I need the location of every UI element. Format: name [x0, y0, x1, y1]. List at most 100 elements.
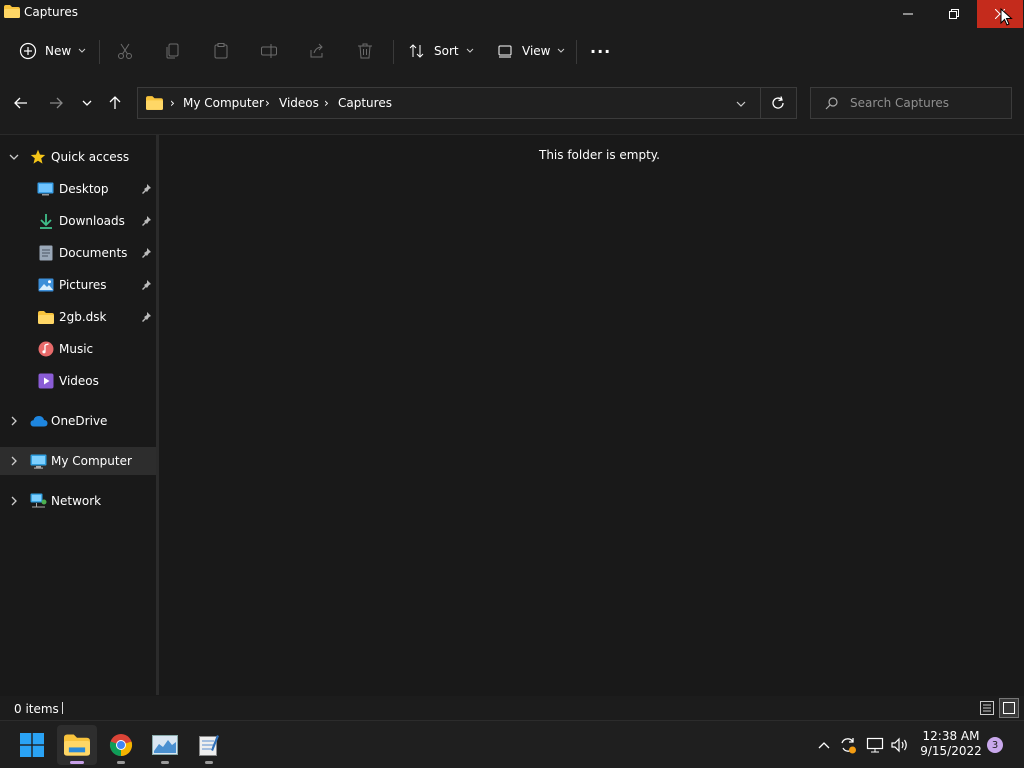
address-divider [760, 88, 761, 118]
pin-icon [142, 248, 151, 258]
taskbar-file-explorer[interactable] [57, 725, 97, 765]
sidebar-item-label: Network [51, 494, 102, 508]
file-list-area[interactable] [160, 135, 1024, 695]
breadcrumb-separator[interactable]: › [265, 96, 270, 110]
paste-button[interactable] [211, 36, 231, 66]
rename-icon [259, 41, 279, 61]
new-button-label: New [45, 44, 72, 58]
details-view-button[interactable] [977, 698, 997, 718]
sidebar-item-documents[interactable]: Documents [0, 239, 156, 267]
breadcrumb-captures[interactable]: Captures [338, 96, 392, 110]
forward-button[interactable] [43, 90, 69, 116]
toolbar-divider [99, 40, 100, 64]
toolbar-divider [576, 40, 577, 64]
share-button[interactable] [307, 36, 327, 66]
refresh-icon[interactable] [771, 96, 785, 110]
cut-button[interactable] [115, 36, 135, 66]
minimize-icon [903, 13, 913, 15]
sidebar-item-downloads[interactable]: Downloads [0, 207, 156, 235]
status-divider [62, 702, 63, 714]
taskbar-performance-monitor[interactable] [145, 725, 185, 765]
windows-logo-icon [20, 733, 44, 757]
notification-badge[interactable]: 3 [987, 737, 1003, 753]
up-button[interactable] [102, 90, 128, 116]
document-icon [39, 245, 53, 261]
breadcrumb-videos[interactable]: Videos [279, 96, 319, 110]
tiles-view-button[interactable] [999, 698, 1019, 718]
running-indicator [161, 761, 169, 764]
pin-icon [142, 216, 151, 226]
sidebar-item-music[interactable]: Music [0, 335, 156, 363]
back-button[interactable] [8, 90, 34, 116]
address-bar[interactable]: › My Computer › Videos › Captures [137, 87, 797, 119]
rename-button[interactable] [259, 36, 279, 66]
more-options-button[interactable]: ··· [590, 36, 611, 66]
empty-folder-message: This folder is empty. [539, 148, 660, 162]
share-icon [307, 41, 327, 61]
sync-status-icon[interactable] [838, 735, 858, 755]
sidebar-item-2gb-dsk[interactable]: 2gb.dsk [0, 303, 156, 331]
copy-button[interactable] [163, 36, 183, 66]
navigation-pane: Quick access Desktop Downloads Documents… [0, 135, 158, 695]
chevron-down-icon[interactable] [9, 154, 19, 160]
breadcrumb-separator[interactable]: › [324, 96, 329, 110]
active-indicator [70, 761, 84, 764]
restore-button[interactable] [931, 0, 977, 28]
network-status-icon[interactable] [865, 735, 885, 755]
chevron-right-icon[interactable] [11, 456, 17, 466]
minimize-button[interactable] [885, 0, 931, 28]
taskbar: 12:38 AM 9/15/2022 3 [0, 720, 1024, 768]
sort-icon [407, 41, 427, 61]
taskbar-notepad-app[interactable] [189, 725, 229, 765]
arrow-up-icon [109, 96, 121, 109]
chevron-right-icon[interactable] [11, 496, 17, 506]
sidebar-item-label: OneDrive [51, 414, 108, 428]
copy-icon [163, 41, 183, 61]
sort-button[interactable]: Sort [407, 36, 474, 66]
taskbar-chrome[interactable] [101, 725, 141, 765]
new-button[interactable]: New [18, 36, 86, 66]
navigation-bar: › My Computer › Videos › Captures Search… [0, 74, 1024, 135]
sidebar-item-label: 2gb.dsk [59, 310, 107, 324]
sidebar-item-pictures[interactable]: Pictures [0, 271, 156, 299]
sidebar-item-videos[interactable]: Videos [0, 367, 156, 395]
chevron-down-icon [78, 48, 86, 53]
pane-splitter[interactable] [156, 135, 159, 695]
sort-button-label: Sort [434, 44, 459, 58]
status-bar: 0 items [0, 696, 1024, 720]
desktop-icon [37, 182, 54, 196]
clock[interactable]: 12:38 AM 9/15/2022 [918, 729, 984, 761]
sidebar-item-label: Documents [59, 246, 128, 260]
sidebar-item-my-computer[interactable]: My Computer [0, 447, 156, 475]
title-bar: Captures [0, 0, 1024, 28]
view-button-label: View [522, 44, 551, 58]
recent-locations-button[interactable] [74, 90, 100, 116]
window-title: Captures [24, 5, 78, 19]
chrome-icon [109, 734, 133, 757]
volume-icon[interactable] [890, 735, 910, 755]
sidebar-item-desktop[interactable]: Desktop [0, 175, 156, 203]
sidebar-item-quick-access[interactable]: Quick access [0, 143, 156, 171]
show-hidden-icons-button[interactable] [814, 735, 834, 755]
restore-icon [949, 9, 959, 19]
sidebar-item-onedrive[interactable]: OneDrive [0, 407, 156, 435]
item-count: 0 items [14, 702, 59, 716]
breadcrumb-my-computer[interactable]: My Computer [183, 96, 264, 110]
folder-icon [4, 5, 20, 18]
search-box[interactable]: Search Captures [810, 87, 1012, 119]
pin-icon [142, 184, 151, 194]
start-button[interactable] [12, 725, 52, 765]
chevron-down-icon [82, 100, 92, 106]
chevron-right-icon[interactable] [11, 416, 17, 426]
view-button[interactable]: View [495, 36, 565, 66]
pin-icon [142, 280, 151, 290]
breadcrumb-separator[interactable]: › [170, 96, 175, 110]
search-icon [825, 97, 838, 110]
file-explorer-icon [64, 734, 90, 756]
chevron-down-icon[interactable] [736, 101, 746, 107]
notepad-icon [199, 735, 219, 756]
sidebar-item-network[interactable]: Network [0, 487, 156, 515]
sidebar-item-label: Music [59, 342, 94, 356]
computer-icon [30, 454, 47, 469]
delete-button[interactable] [355, 36, 375, 66]
